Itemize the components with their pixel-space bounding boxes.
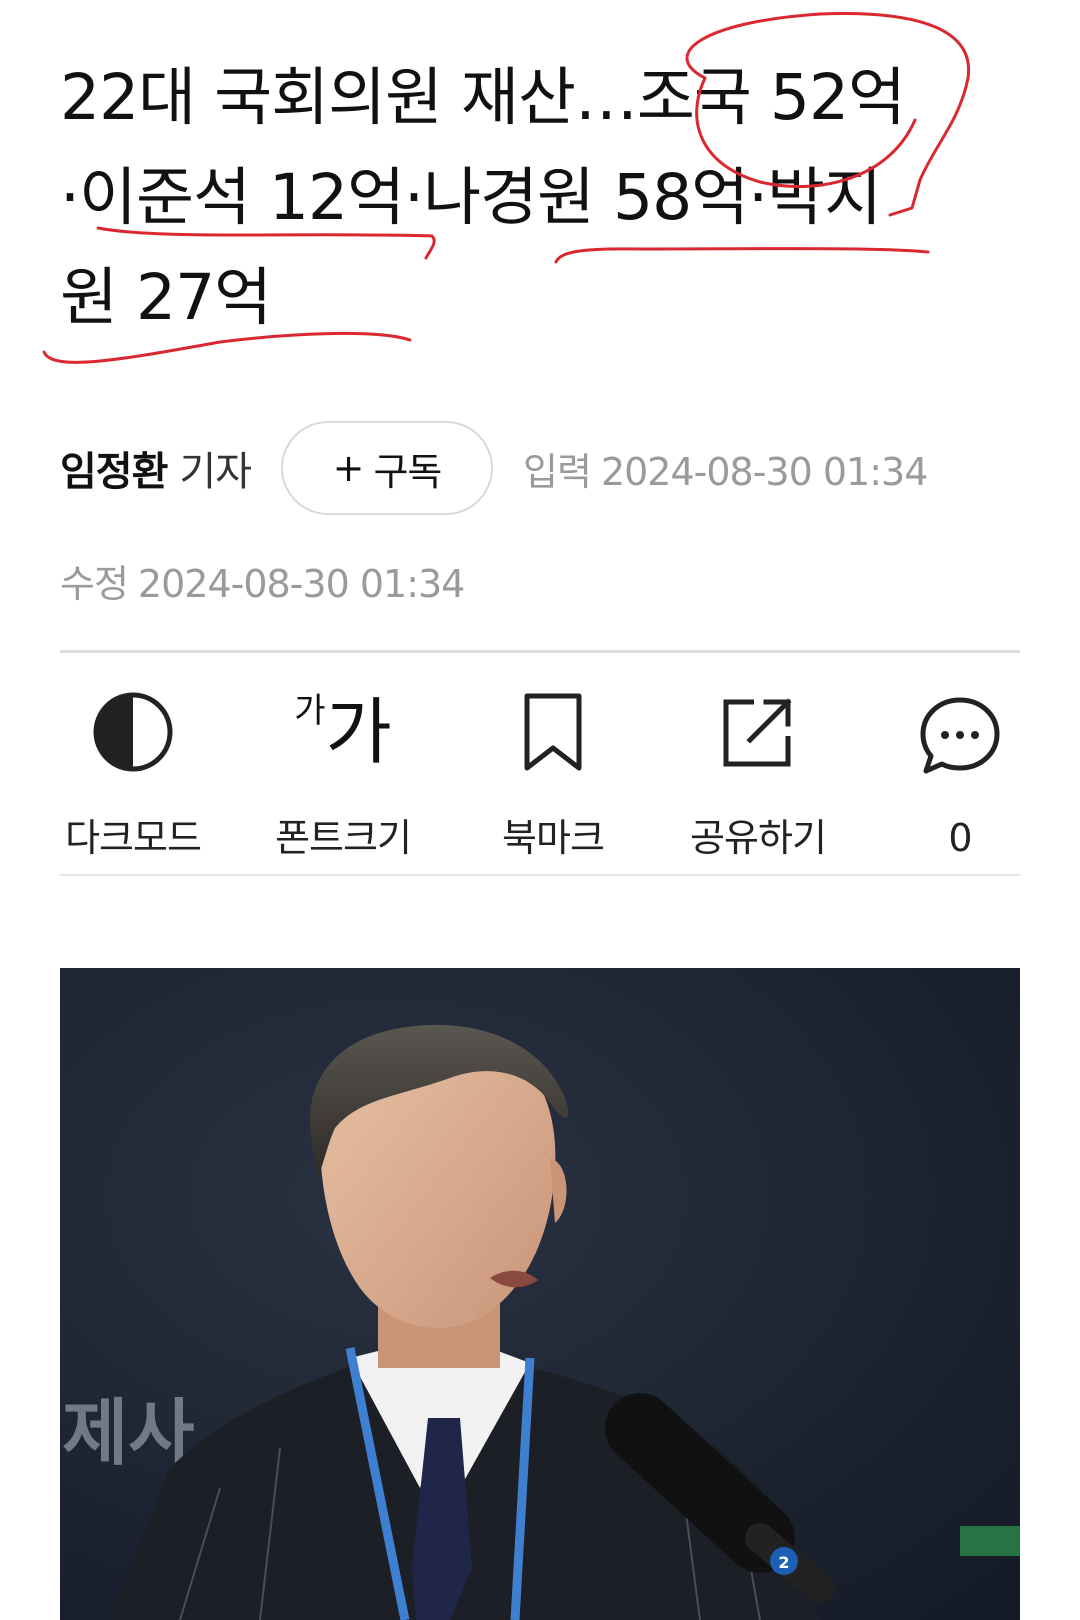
divider <box>60 874 1020 876</box>
font-size-button[interactable]: 가 가 폰트크기 <box>253 662 433 862</box>
plus-icon: + <box>332 446 365 490</box>
comments-button[interactable]: 0 <box>870 662 1050 862</box>
modified-time: 수정 2024-08-30 01:34 <box>60 553 465 608</box>
font-size-small-glyph: 가 <box>294 690 326 731</box>
headline-line-3: 원 27억 <box>60 261 272 334</box>
dark-mode-button[interactable]: 다크모드 <box>43 662 223 862</box>
byline: 임정환 기자 + 구독 입력 2024-08-30 01:34 <box>60 420 928 516</box>
comment-count: 0 <box>948 816 972 860</box>
published-datetime: 2024-08-30 01:34 <box>600 449 928 494</box>
font-size-icon: 가 가 <box>293 686 393 777</box>
article-photo[interactable]: 제사 2 <box>60 968 1020 1620</box>
microphone-badge-text: 2 <box>778 1553 789 1572</box>
bookmark-label: 북마크 <box>502 816 605 860</box>
share-icon <box>708 686 808 777</box>
bookmark-button[interactable]: 북마크 <box>463 662 643 862</box>
headline-line-2: ·이준석 12억·나경원 58억·박지 <box>60 161 882 234</box>
article-page: 22대 국회의원 재산…조국 52억 ·이준석 12억·나경원 58억·박지 원… <box>0 0 1080 1620</box>
subscribe-button[interactable]: + 구독 <box>281 421 494 515</box>
reporter-role: 기자 <box>179 449 252 495</box>
background-banner-text: 제사 <box>62 1391 194 1475</box>
reporter-name[interactable]: 임정환 <box>60 439 168 497</box>
share-button[interactable]: 공유하기 <box>668 662 848 862</box>
subscribe-label: 구독 <box>373 449 442 494</box>
share-label: 공유하기 <box>690 816 827 860</box>
published-label: 입력 <box>523 449 592 494</box>
half-circle-icon <box>83 686 183 777</box>
font-size-big-glyph: 가 <box>325 689 392 774</box>
divider <box>60 650 1020 653</box>
speaker-photo: 제사 2 <box>60 968 1020 1620</box>
font-size-label: 폰트크기 <box>275 816 412 860</box>
modified-label: 수정 <box>60 562 129 606</box>
headline-line-1: 22대 국회의원 재산…조국 52억 <box>60 61 906 134</box>
article-toolbar: 다크모드 가 가 폰트크기 북마크 공유하기 0 <box>60 662 1020 862</box>
published-time: 입력 2024-08-30 01:34 <box>523 441 928 496</box>
article-headline: 22대 국회의원 재산…조국 52억 ·이준석 12억·나경원 58억·박지 원… <box>60 48 1020 348</box>
speech-bubble-icon <box>910 686 1010 786</box>
modified-datetime: 2024-08-30 01:34 <box>137 562 465 606</box>
dark-mode-label: 다크모드 <box>65 816 202 860</box>
bookmark-icon <box>503 686 603 777</box>
